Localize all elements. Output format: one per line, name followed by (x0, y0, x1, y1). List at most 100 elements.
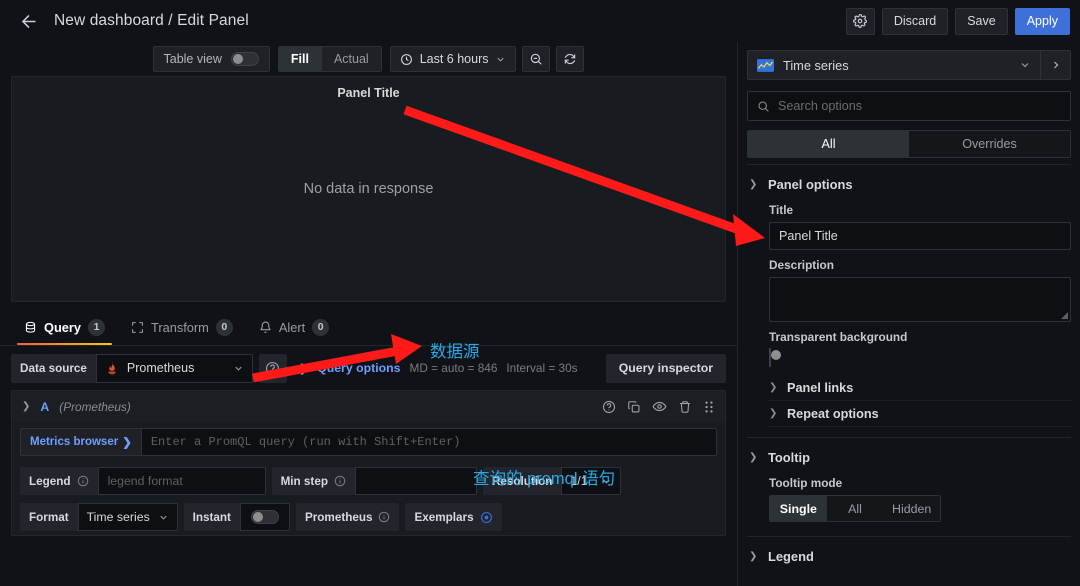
chevron-down-icon (159, 515, 167, 520)
discard-button[interactable]: Discard (881, 7, 949, 35)
metrics-browser-button[interactable]: Metrics browser ❯ (20, 428, 141, 456)
query-options-row-2: Format Time series Instant Prometheus Ex… (12, 499, 725, 535)
min-step-input[interactable] (354, 467, 477, 495)
tab-alert[interactable]: Alert 0 (246, 309, 342, 345)
query-duplicate-button[interactable] (627, 400, 641, 414)
time-range-picker[interactable]: Last 6 hours (389, 46, 517, 72)
search-options-input[interactable]: Search options (747, 91, 1071, 121)
prometheus-field: Prometheus (295, 503, 400, 531)
tooltip-mode-hidden[interactable]: Hidden (883, 496, 940, 521)
panel-options-header[interactable]: ❯ Panel options (747, 174, 1071, 195)
actual-button[interactable]: Actual (321, 47, 381, 71)
legend-field: Legend legend format (20, 467, 266, 495)
apply-button[interactable]: Apply (1014, 7, 1070, 35)
resolution-label: Resolution (482, 467, 562, 495)
min-step-label-text: Min step (280, 474, 328, 488)
fill-actual-group: Fill Actual (277, 46, 382, 72)
exemplars-label[interactable]: Exemplars (405, 503, 502, 531)
transform-icon (132, 321, 143, 333)
tab-transform-badge: 0 (215, 318, 233, 336)
description-label: Description (769, 258, 834, 272)
chevron-down-icon[interactable]: ❯ (22, 401, 30, 412)
datasource-select[interactable]: Prometheus (95, 353, 253, 383)
chevron-down-icon (497, 57, 505, 62)
tab-overrides[interactable]: Overrides (909, 131, 1070, 157)
tooltip-header[interactable]: ❯ Tooltip (747, 447, 1071, 468)
description-textarea[interactable] (769, 277, 1071, 322)
query-options-label: Query options (317, 361, 401, 375)
tooltip-title: Tooltip (768, 450, 810, 465)
tab-alert-badge: 0 (312, 318, 330, 336)
help-circle-icon (266, 361, 280, 375)
datasource-help-button[interactable] (258, 353, 287, 383)
repeat-options-item[interactable]: ❯ Repeat options (769, 401, 1071, 427)
query-inspector-button[interactable]: Query inspector (605, 353, 726, 383)
datasource-name: Prometheus (126, 361, 195, 375)
visualization-picker-expand[interactable] (1040, 51, 1070, 79)
visualization-picker[interactable]: Time series (747, 50, 1071, 80)
promql-editor-row: Metrics browser ❯ Enter a PromQL query (… (12, 422, 725, 463)
legend-header[interactable]: ❯ Legend (747, 546, 1071, 567)
tab-query[interactable]: Query 1 (11, 309, 118, 345)
target-icon (480, 511, 493, 524)
query-disable-button[interactable] (652, 399, 667, 414)
visualization-name: Time series (783, 57, 849, 73)
query-delete-button[interactable] (678, 400, 692, 414)
format-label: Format (20, 503, 78, 531)
query-options-toggle[interactable]: ❯ Query options MD = auto = 846 Interval… (293, 354, 588, 383)
prometheus-label: Prometheus (295, 503, 400, 531)
chevron-right-icon: ❯ (298, 362, 309, 375)
chevron-down-icon (1021, 63, 1029, 68)
info-icon[interactable] (334, 475, 346, 487)
refresh-button[interactable] (556, 46, 585, 72)
query-options-row-1: Legend legend format Min step Resolution… (12, 463, 725, 499)
transparent-background-switch[interactable] (769, 348, 771, 367)
section-tooltip: ❯ Tooltip Tooltip mode Single All Hidden (747, 437, 1071, 524)
top-bar: New dashboard / Edit Panel Discard Save … (0, 0, 1080, 42)
tooltip-mode-all[interactable]: All (826, 496, 884, 521)
breadcrumb: New dashboard / Edit Panel (54, 12, 249, 29)
visualization-picker-main[interactable]: Time series (748, 58, 1040, 73)
settings-button[interactable] (845, 7, 875, 35)
instant-switch[interactable] (250, 510, 279, 524)
table-view-toggle[interactable]: Table view (152, 46, 270, 72)
refresh-icon (565, 53, 576, 65)
editor-body: Table view Fill Actual Last 6 hours Pane… (0, 42, 1080, 586)
format-select[interactable]: Time series (77, 503, 178, 531)
max-data-points-text: MD = auto = 846 (409, 361, 498, 375)
zoom-out-button[interactable] (522, 46, 551, 72)
query-help-button[interactable] (602, 400, 616, 414)
drag-handle-icon (705, 400, 713, 413)
info-icon[interactable] (378, 511, 390, 523)
resolution-field: Resolution 1/1 (482, 467, 622, 495)
query-drag-handle[interactable] (703, 400, 715, 414)
save-button[interactable]: Save (955, 7, 1008, 35)
tooltip-mode-single[interactable]: Single (770, 496, 827, 521)
query-tab-bar: Query 1 Transform 0 Alert 0 (0, 308, 737, 346)
panel-links-item[interactable]: ❯ Panel links (769, 375, 1071, 401)
back-button[interactable] (14, 7, 42, 35)
eye-icon (652, 401, 667, 412)
prometheus-icon (108, 361, 116, 375)
legend-input[interactable]: legend format (97, 467, 266, 495)
min-step-label: Min step (271, 467, 355, 495)
table-view-switch[interactable] (230, 52, 259, 66)
fill-button[interactable]: Fill (278, 47, 322, 71)
exemplars-label-text: Exemplars (414, 510, 474, 524)
promql-input[interactable]: Enter a PromQL query (run with Shift+Ent… (140, 428, 717, 456)
tab-transform[interactable]: Transform 0 (118, 309, 246, 345)
panel-toolbar: Table view Fill Actual Last 6 hours (0, 42, 737, 76)
panel-options-title: Panel options (768, 177, 853, 192)
title-field: Title Panel Title (769, 203, 1071, 250)
title-label: Title (769, 203, 794, 217)
title-input[interactable]: Panel Title (769, 222, 1071, 250)
query-datasource-note: (Prometheus) (59, 399, 131, 414)
repeat-options-label: Repeat options (787, 406, 879, 421)
visualization-wrapper: Panel Title No data in response (0, 76, 737, 308)
tab-all[interactable]: All (748, 131, 909, 157)
resolution-select[interactable]: 1/1 (561, 467, 622, 495)
info-icon[interactable] (77, 475, 89, 487)
chevron-right-icon: ❯ (122, 437, 132, 449)
search-options-placeholder: Search options (778, 99, 863, 113)
format-field: Format Time series (20, 503, 178, 531)
